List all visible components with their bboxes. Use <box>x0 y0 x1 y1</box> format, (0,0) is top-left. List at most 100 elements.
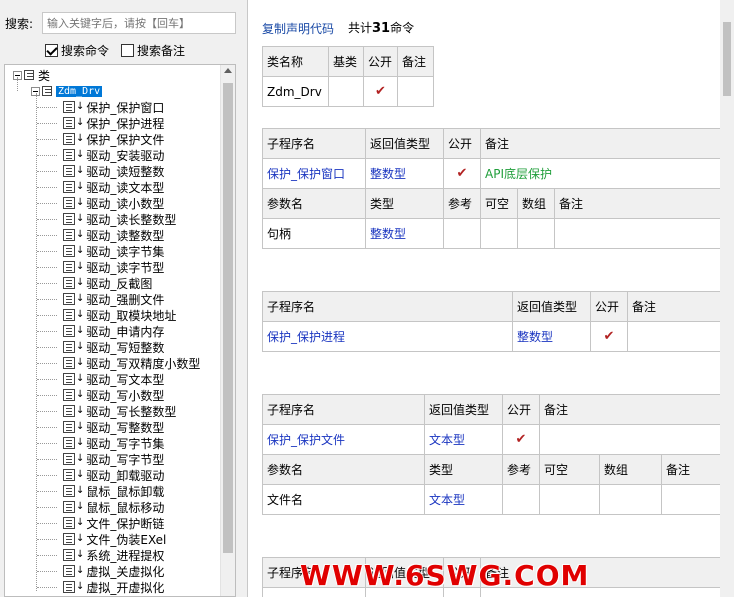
down-arrow-icon: ↓ <box>76 453 85 464</box>
method-icon <box>63 213 75 225</box>
tree-sub-item[interactable]: ↓ 驱动_安装驱动 <box>37 147 164 163</box>
param-note-header: 备注 <box>553 188 724 219</box>
tree-sub-item[interactable]: ↓ 驱动_读小数型 <box>37 195 164 211</box>
tree-sub-item[interactable]: ↓ 系统_进程提权 <box>37 547 165 563</box>
sub-name-link[interactable]: 保护_保护文件 <box>262 424 425 455</box>
down-arrow-icon: ↓ <box>76 341 85 352</box>
param-nullable-cell <box>539 484 600 515</box>
param-array-header: 数组 <box>517 188 555 219</box>
tree-sub-item[interactable]: ↓ 保护_保护窗口 <box>37 99 164 115</box>
tree-sub-item-label: 驱动_读字节型 <box>86 260 165 275</box>
copy-declaration-link[interactable]: 复制声明代码 <box>262 20 334 37</box>
note-header: 备注 <box>538 394 724 425</box>
tree-sub-item[interactable]: ↓ 驱动_申请内存 <box>37 323 165 339</box>
total-prefix: 共计 <box>348 21 373 35</box>
param-type-link[interactable]: 整数型 <box>365 218 444 249</box>
tree-sub-item[interactable]: ↓ 驱动_读长整数型 <box>37 211 176 227</box>
scroll-up-icon[interactable] <box>224 68 232 73</box>
tree-sub-item-label: 驱动_强删文件 <box>86 292 165 307</box>
down-arrow-icon: ↓ <box>76 101 85 112</box>
param-array-cell <box>599 484 662 515</box>
return-type-link[interactable]: 整数型 <box>512 321 591 352</box>
sub-name-link[interactable]: 保护_保护窗口 <box>262 158 366 189</box>
base-class-header: 基类 <box>328 46 364 77</box>
sub-note: API底层保护 <box>479 158 724 189</box>
tree-sub-item-label: 驱动_写字节型 <box>86 452 165 467</box>
method-icon <box>63 549 75 561</box>
tree-sub-item[interactable]: ↓ 驱动_强删文件 <box>37 291 165 307</box>
down-arrow-icon: ↓ <box>76 293 85 304</box>
scroll-thumb[interactable] <box>223 83 233 553</box>
checkbox-label: 搜索备注 <box>137 44 186 58</box>
method-icon <box>63 421 75 433</box>
tree-sub-item[interactable]: ↓ 驱动_写文本型 <box>37 371 164 387</box>
note-header: 备注 <box>479 128 724 159</box>
tree-sub-item[interactable]: ↓ 保护_保护文件 <box>37 131 164 147</box>
checkbox-unchecked-icon[interactable] <box>121 44 134 57</box>
tree-sub-item-label: 驱动_申请内存 <box>86 324 165 339</box>
param-note-cell <box>660 484 724 515</box>
tree-sub-item[interactable]: ↓ 驱动_写整数型 <box>37 419 164 435</box>
tree-sub-item-label: 驱动_写小数型 <box>86 388 165 403</box>
details-scrollbar[interactable] <box>720 0 734 597</box>
tree-sub-item[interactable]: ↓ 驱动_读字节型 <box>37 259 165 275</box>
class-tree[interactable]: 类 Zdm_Drv ↓ 保护_保护窗口 ↓ 保护_保护进程 ↓ 保护_保护文件 ↓ 驱动_安装… <box>4 64 236 597</box>
tree-sub-item[interactable]: ↓ 驱动_写双精度小数型 <box>37 355 200 371</box>
method-icon <box>63 517 75 529</box>
tree-sub-item[interactable]: ↓ 驱动_写字节集 <box>37 435 164 451</box>
tree-sub-item[interactable]: ↓ 驱动_读短整数 <box>37 163 164 179</box>
tree-scrollbar[interactable] <box>220 65 235 596</box>
tree-sub-item[interactable]: ↓ 驱动_写短整数 <box>37 339 164 355</box>
tree-sub-item[interactable]: ↓ 驱动_写字节型 <box>37 451 165 467</box>
return-type-header: 返回值类型 <box>512 291 591 322</box>
method-icon <box>63 581 75 593</box>
tree-sub-item[interactable]: ↓ 鼠标_鼠标卸载 <box>37 483 164 499</box>
return-type-header: 返回值类型 <box>424 394 503 425</box>
param-nullable-cell <box>480 218 518 249</box>
sub-name-header: 子程序名 <box>262 291 513 322</box>
tree-sub-item-label: 虚拟_关虚拟化 <box>86 564 165 579</box>
tree-sub-item-label: 虚拟_开虚拟化 <box>86 580 165 595</box>
return-type-link[interactable]: 整数型 <box>365 158 444 189</box>
tree-sub-item[interactable]: ↓ 文件_伪装EXel <box>37 531 166 547</box>
param-ref-header: 参考 <box>502 454 540 485</box>
sub-name-link[interactable]: 保护_保护进程 <box>262 321 513 352</box>
tree-sub-item[interactable]: ↓ 驱动_读字节集 <box>37 243 164 259</box>
search-commands-checkbox[interactable]: 搜索命令 <box>45 42 109 59</box>
method-icon <box>63 101 75 113</box>
class-name-cell: Zdm_Drv <box>262 76 329 107</box>
param-type-header: 类型 <box>424 454 503 485</box>
method-icon <box>63 357 75 369</box>
tree-sub-item[interactable]: ↓ 虚拟_关虚拟化 <box>37 563 165 579</box>
tree-class-node[interactable]: Zdm_Drv <box>31 83 103 99</box>
down-arrow-icon: ↓ <box>76 549 85 560</box>
tree-sub-item-label: 系统_进程提权 <box>86 548 165 563</box>
down-arrow-icon: ↓ <box>76 261 85 272</box>
checkbox-checked-icon[interactable] <box>45 44 58 57</box>
tree-sub-item[interactable]: ↓ 驱动_反截图 <box>37 275 152 291</box>
tree-sub-item[interactable]: ↓ 驱动_读整数型 <box>37 227 164 243</box>
down-arrow-icon: ↓ <box>76 309 85 320</box>
tree-root-node[interactable]: 类 <box>13 67 50 83</box>
method-icon <box>63 373 75 385</box>
param-type-link[interactable]: 文本型 <box>424 484 503 515</box>
tree-sub-item[interactable]: ↓ 驱动_读文本型 <box>37 179 164 195</box>
tree-sub-item[interactable]: ↓ 驱动_写长整数型 <box>37 403 176 419</box>
down-arrow-icon: ↓ <box>76 149 85 160</box>
search-input[interactable] <box>42 12 236 34</box>
down-arrow-icon: ↓ <box>76 357 85 368</box>
tree-sub-item[interactable]: ↓ 虚拟_开虚拟化 <box>37 579 165 595</box>
tree-sub-item[interactable]: ↓ 保护_保护进程 <box>37 115 164 131</box>
tree-sub-item[interactable]: ↓ 驱动_写小数型 <box>37 387 165 403</box>
total-suffix: 命令 <box>390 21 415 35</box>
sub-table-1: 子程序名 返回值类型 公开 备注 保护_保护窗口 整数型 ✔ API底层保护 参… <box>262 128 724 249</box>
tree-sub-item[interactable]: ↓ 驱动_取模块地址 <box>37 307 176 323</box>
param-name-cell: 句柄 <box>262 218 366 249</box>
tree-sub-item[interactable]: ↓ 驱动_卸载驱动 <box>37 467 164 483</box>
method-icon <box>63 293 75 305</box>
scroll-thumb[interactable] <box>723 22 731 96</box>
search-notes-checkbox[interactable]: 搜索备注 <box>121 42 185 59</box>
tree-sub-item[interactable]: ↓ 文件_保护断链 <box>37 515 164 531</box>
return-type-link[interactable]: 文本型 <box>424 424 503 455</box>
tree-sub-item[interactable]: ↓ 鼠标_鼠标移动 <box>37 499 164 515</box>
